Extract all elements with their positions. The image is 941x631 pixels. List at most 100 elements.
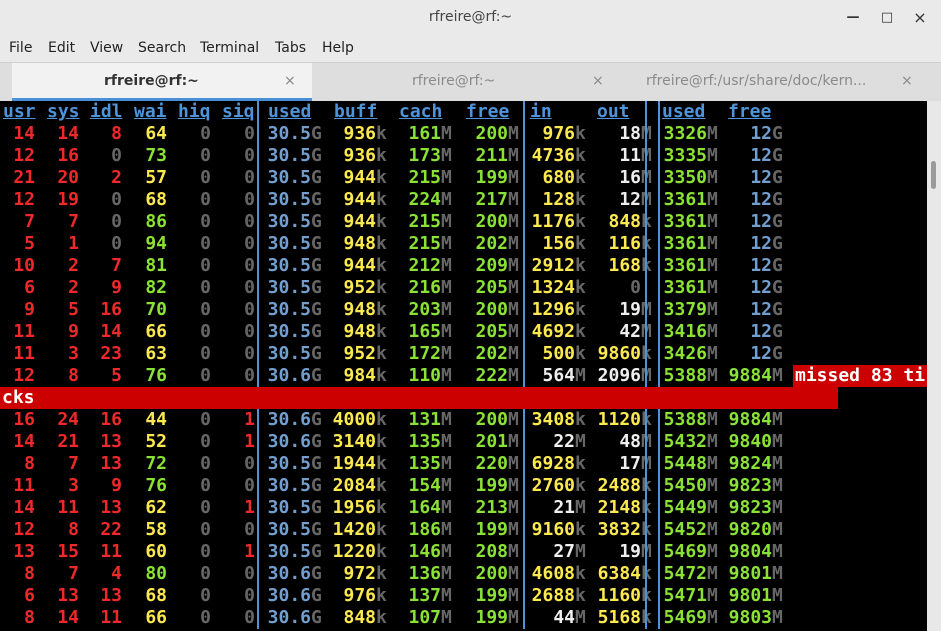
cell-value: 5388 <box>663 365 707 386</box>
cell-value: 168 <box>608 255 641 276</box>
cell-value: 0 <box>111 189 122 210</box>
cell-value: 199 <box>475 585 508 606</box>
column-separator <box>658 541 663 563</box>
tab-2-close-icon[interactable]: × <box>592 73 604 89</box>
cell-unit: k <box>575 167 586 188</box>
cell-unit: M <box>508 607 519 628</box>
column-separator <box>658 475 663 497</box>
menu-view[interactable]: View <box>90 40 123 56</box>
cell-unit: k <box>575 255 586 276</box>
column-separator <box>523 453 528 475</box>
cell-value: 86 <box>145 211 167 232</box>
cell-value: 948 <box>343 299 376 320</box>
tab-3[interactable]: rfreire@rf:/usr/share/doc/kern... × <box>617 63 927 101</box>
cell-unit: G <box>311 453 322 474</box>
cell-unit: G <box>311 519 322 540</box>
minimize-button[interactable]: — <box>843 8 863 28</box>
cell-value: 3140 <box>332 431 376 452</box>
scrollbar[interactable] <box>927 101 941 631</box>
cell-value: 161 <box>408 123 441 144</box>
tab-1-close-icon[interactable]: × <box>284 73 296 89</box>
column-separator <box>257 299 262 321</box>
column-separator <box>257 519 262 541</box>
tab-1[interactable]: rfreire@rf:~ × <box>12 63 312 101</box>
cell-unit: k <box>376 519 387 540</box>
cell-value: 5450 <box>663 475 707 496</box>
cell-value: 24 <box>57 409 79 430</box>
cell-value: 3326 <box>663 123 707 144</box>
cell-value: 0 <box>111 211 122 232</box>
column-header: buff <box>334 101 378 122</box>
cell-unit: G <box>772 145 783 166</box>
column-separator <box>523 277 528 299</box>
tab-2[interactable]: rfreire@rf:~ × <box>312 63 617 101</box>
column-separator <box>257 343 262 365</box>
cell-value: 0 <box>244 475 255 496</box>
menu-edit[interactable]: Edit <box>48 40 75 56</box>
cell-value: 9884 <box>728 365 772 386</box>
cell-unit: M <box>575 497 586 518</box>
cell-value: 30.6 <box>267 563 311 584</box>
cell-value: 12 <box>13 519 35 540</box>
cell-value: 2912 <box>531 255 575 276</box>
column-header: cach <box>399 101 443 122</box>
cell-value: 0 <box>200 585 211 606</box>
cell-value: 30.5 <box>267 497 311 518</box>
tab-3-close-icon[interactable]: × <box>901 73 913 89</box>
column-separator <box>658 145 663 167</box>
cell-unit: k <box>575 189 586 210</box>
column-separator <box>523 475 528 497</box>
cell-value: 107 <box>408 607 441 628</box>
cell-value: 213 <box>475 497 508 518</box>
cell-value: 5452 <box>663 519 707 540</box>
cell-value: 3361 <box>663 211 707 232</box>
cell-unit: M <box>707 189 718 210</box>
cell-unit: M <box>508 123 519 144</box>
table-row: 13 15 11 60 0 1 30.5 G 1220 k 146 M 208 M 27 M 19 M 5469 M 9… <box>0 541 927 563</box>
cell-value: 13 <box>100 431 122 452</box>
column-separator <box>658 563 663 585</box>
cell-unit: M <box>707 585 718 606</box>
cell-value: 30.5 <box>267 255 311 276</box>
cell-value: 984 <box>343 365 376 386</box>
cell-unit: k <box>376 255 387 276</box>
table-row: 10 2 7 81 0 0 30.5 G 944 k 212 M 209 M 2912 k 168 k 3361 M 1… <box>0 255 927 277</box>
terminal-output[interactable]: usr sys idl wai hiq siq used buff cach free in out u… <box>0 101 927 631</box>
cell-value: 0 <box>200 123 211 144</box>
cell-value: 944 <box>343 189 376 210</box>
cell-value: 6384 <box>597 563 641 584</box>
cell-value: 3361 <box>663 233 707 254</box>
cell-value: 972 <box>343 563 376 584</box>
cell-unit: M <box>441 365 452 386</box>
menu-help[interactable]: Help <box>322 40 354 56</box>
column-header: idl <box>90 101 123 122</box>
cell-value: 0 <box>244 167 255 188</box>
cell-value: 3361 <box>663 255 707 276</box>
cell-value: 9823 <box>728 475 772 496</box>
cell-value: 164 <box>408 497 441 518</box>
column-separator <box>658 343 663 365</box>
cell-unit: M <box>772 409 783 430</box>
column-separator <box>257 607 262 629</box>
cell-value: 57 <box>145 167 167 188</box>
column-header: out <box>597 101 630 122</box>
menu-tabs[interactable]: Tabs <box>275 40 306 56</box>
scrollbar-thumb[interactable] <box>931 161 936 189</box>
cell-value: 6928 <box>531 453 575 474</box>
column-separator <box>257 277 262 299</box>
cell-value: 948 <box>343 233 376 254</box>
cell-value: 12 <box>750 343 772 364</box>
cell-unit: M <box>707 519 718 540</box>
column-separator <box>658 409 663 431</box>
maximize-button[interactable]: □ <box>877 8 897 28</box>
column-separator <box>645 585 650 607</box>
menu-search[interactable]: Search <box>138 40 186 56</box>
menu-file[interactable]: File <box>9 40 32 56</box>
cell-value: 20 <box>57 167 79 188</box>
cell-value: 5 <box>24 233 35 254</box>
cell-value: 209 <box>475 255 508 276</box>
menu-terminal[interactable]: Terminal <box>200 40 259 56</box>
close-window-button[interactable]: × <box>910 8 930 28</box>
table-row: 6 2 9 82 0 0 30.5 G 952 k 216 M 205 M 1324 k 0 3361 M 12 G <box>0 277 927 299</box>
cell-unit: k <box>575 453 586 474</box>
